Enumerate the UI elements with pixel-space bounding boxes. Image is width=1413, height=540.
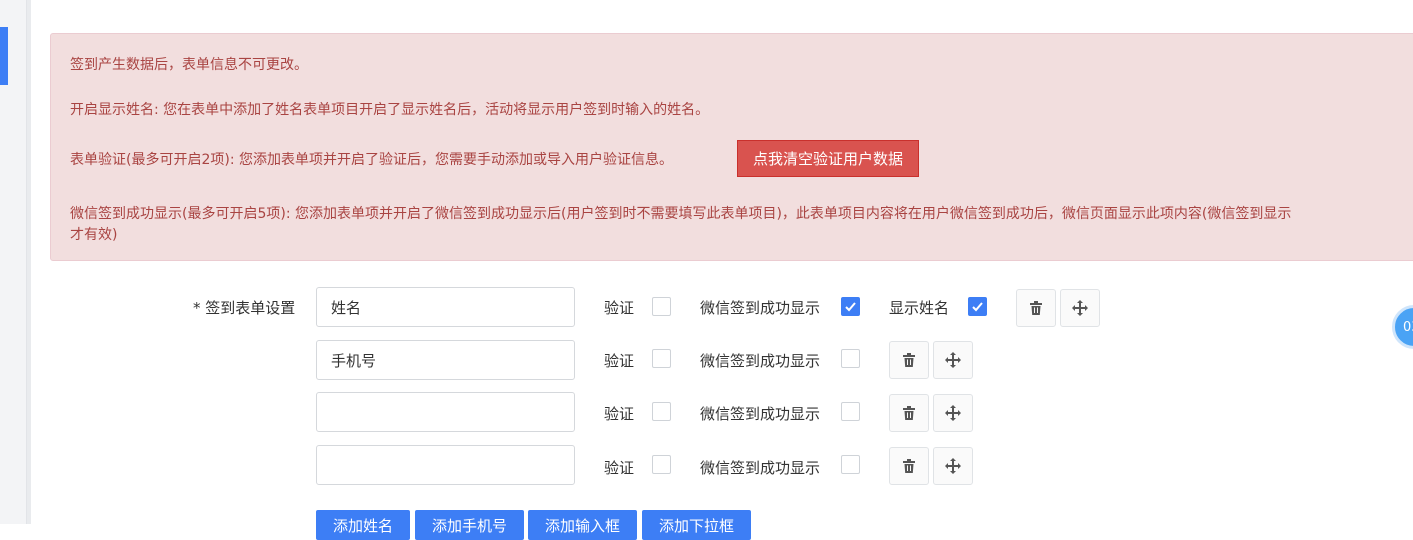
verify-checkbox-1[interactable]	[652, 297, 671, 316]
wechat-success-label: 微信签到成功显示	[700, 459, 821, 477]
form-field-input-1[interactable]	[316, 287, 575, 327]
wechat-success-label: 微信签到成功显示	[700, 299, 821, 317]
move-icon	[945, 458, 961, 474]
trash-icon	[903, 353, 915, 367]
move-icon	[945, 405, 961, 421]
move-icon	[1072, 300, 1088, 316]
verify-label: 验证	[604, 405, 635, 423]
add-select-button[interactable]: 添加下拉框	[642, 510, 751, 540]
verify-label: 验证	[604, 352, 635, 370]
add-phone-button[interactable]: 添加手机号	[415, 510, 524, 540]
floating-badge[interactable]: 03	[1392, 305, 1413, 349]
delete-row-button-4[interactable]	[889, 447, 929, 485]
alert-line-wechat-cont: 才有效)	[70, 227, 118, 243]
move-icon	[945, 352, 961, 368]
delete-row-button-3[interactable]	[889, 394, 929, 432]
alert-line-show-name: 开启显示姓名: 您在表单中添加了姓名表单项目开启了显示姓名后，活动将显示用户签到…	[70, 102, 710, 118]
show-name-checkbox-1[interactable]	[968, 297, 987, 316]
alert-line-data-locked: 签到产生数据后，表单信息不可更改。	[70, 57, 308, 73]
wechat-success-checkbox-1[interactable]	[841, 297, 860, 316]
add-input-button[interactable]: 添加输入框	[528, 510, 637, 540]
signin-form-settings-label: * 签到表单设置	[193, 299, 296, 317]
verify-label: 验证	[604, 459, 635, 477]
drag-row-handle-1[interactable]	[1060, 289, 1100, 327]
wechat-success-label: 微信签到成功显示	[700, 405, 821, 423]
wechat-success-checkbox-3[interactable]	[841, 402, 860, 421]
drag-row-handle-2[interactable]	[933, 341, 973, 379]
wechat-success-checkbox-2[interactable]	[841, 349, 860, 368]
alert-line-verify: 表单验证(最多可开启2项): 您添加表单项并开启了验证后，您需要手动添加或导入用…	[70, 152, 673, 168]
verify-label: 验证	[604, 299, 635, 317]
sidebar-active-indicator	[0, 27, 8, 85]
trash-icon	[1030, 301, 1042, 315]
show-name-label: 显示姓名	[889, 299, 950, 317]
form-field-input-3[interactable]	[316, 392, 575, 432]
form-field-input-2[interactable]	[316, 340, 575, 380]
delete-row-button-1[interactable]	[1016, 289, 1056, 327]
drag-row-handle-4[interactable]	[933, 447, 973, 485]
trash-icon	[903, 459, 915, 473]
verify-checkbox-4[interactable]	[652, 455, 671, 474]
alert-line-wechat: 微信签到成功显示(最多可开启5项): 您添加表单项并开启了微信签到成功显示后(用…	[70, 206, 1292, 222]
clear-verify-data-button[interactable]: 点我清空验证用户数据	[737, 140, 919, 177]
add-name-button[interactable]: 添加姓名	[316, 510, 410, 540]
wechat-success-checkbox-4[interactable]	[841, 455, 860, 474]
info-alert: 签到产生数据后，表单信息不可更改。 开启显示姓名: 您在表单中添加了姓名表单项目…	[50, 33, 1413, 261]
trash-icon	[903, 406, 915, 420]
wechat-success-label: 微信签到成功显示	[700, 352, 821, 370]
left-sidebar-edge	[0, 0, 31, 524]
drag-row-handle-3[interactable]	[933, 394, 973, 432]
verify-checkbox-2[interactable]	[652, 349, 671, 368]
form-field-input-4[interactable]	[316, 445, 575, 485]
delete-row-button-2[interactable]	[889, 341, 929, 379]
verify-checkbox-3[interactable]	[652, 402, 671, 421]
